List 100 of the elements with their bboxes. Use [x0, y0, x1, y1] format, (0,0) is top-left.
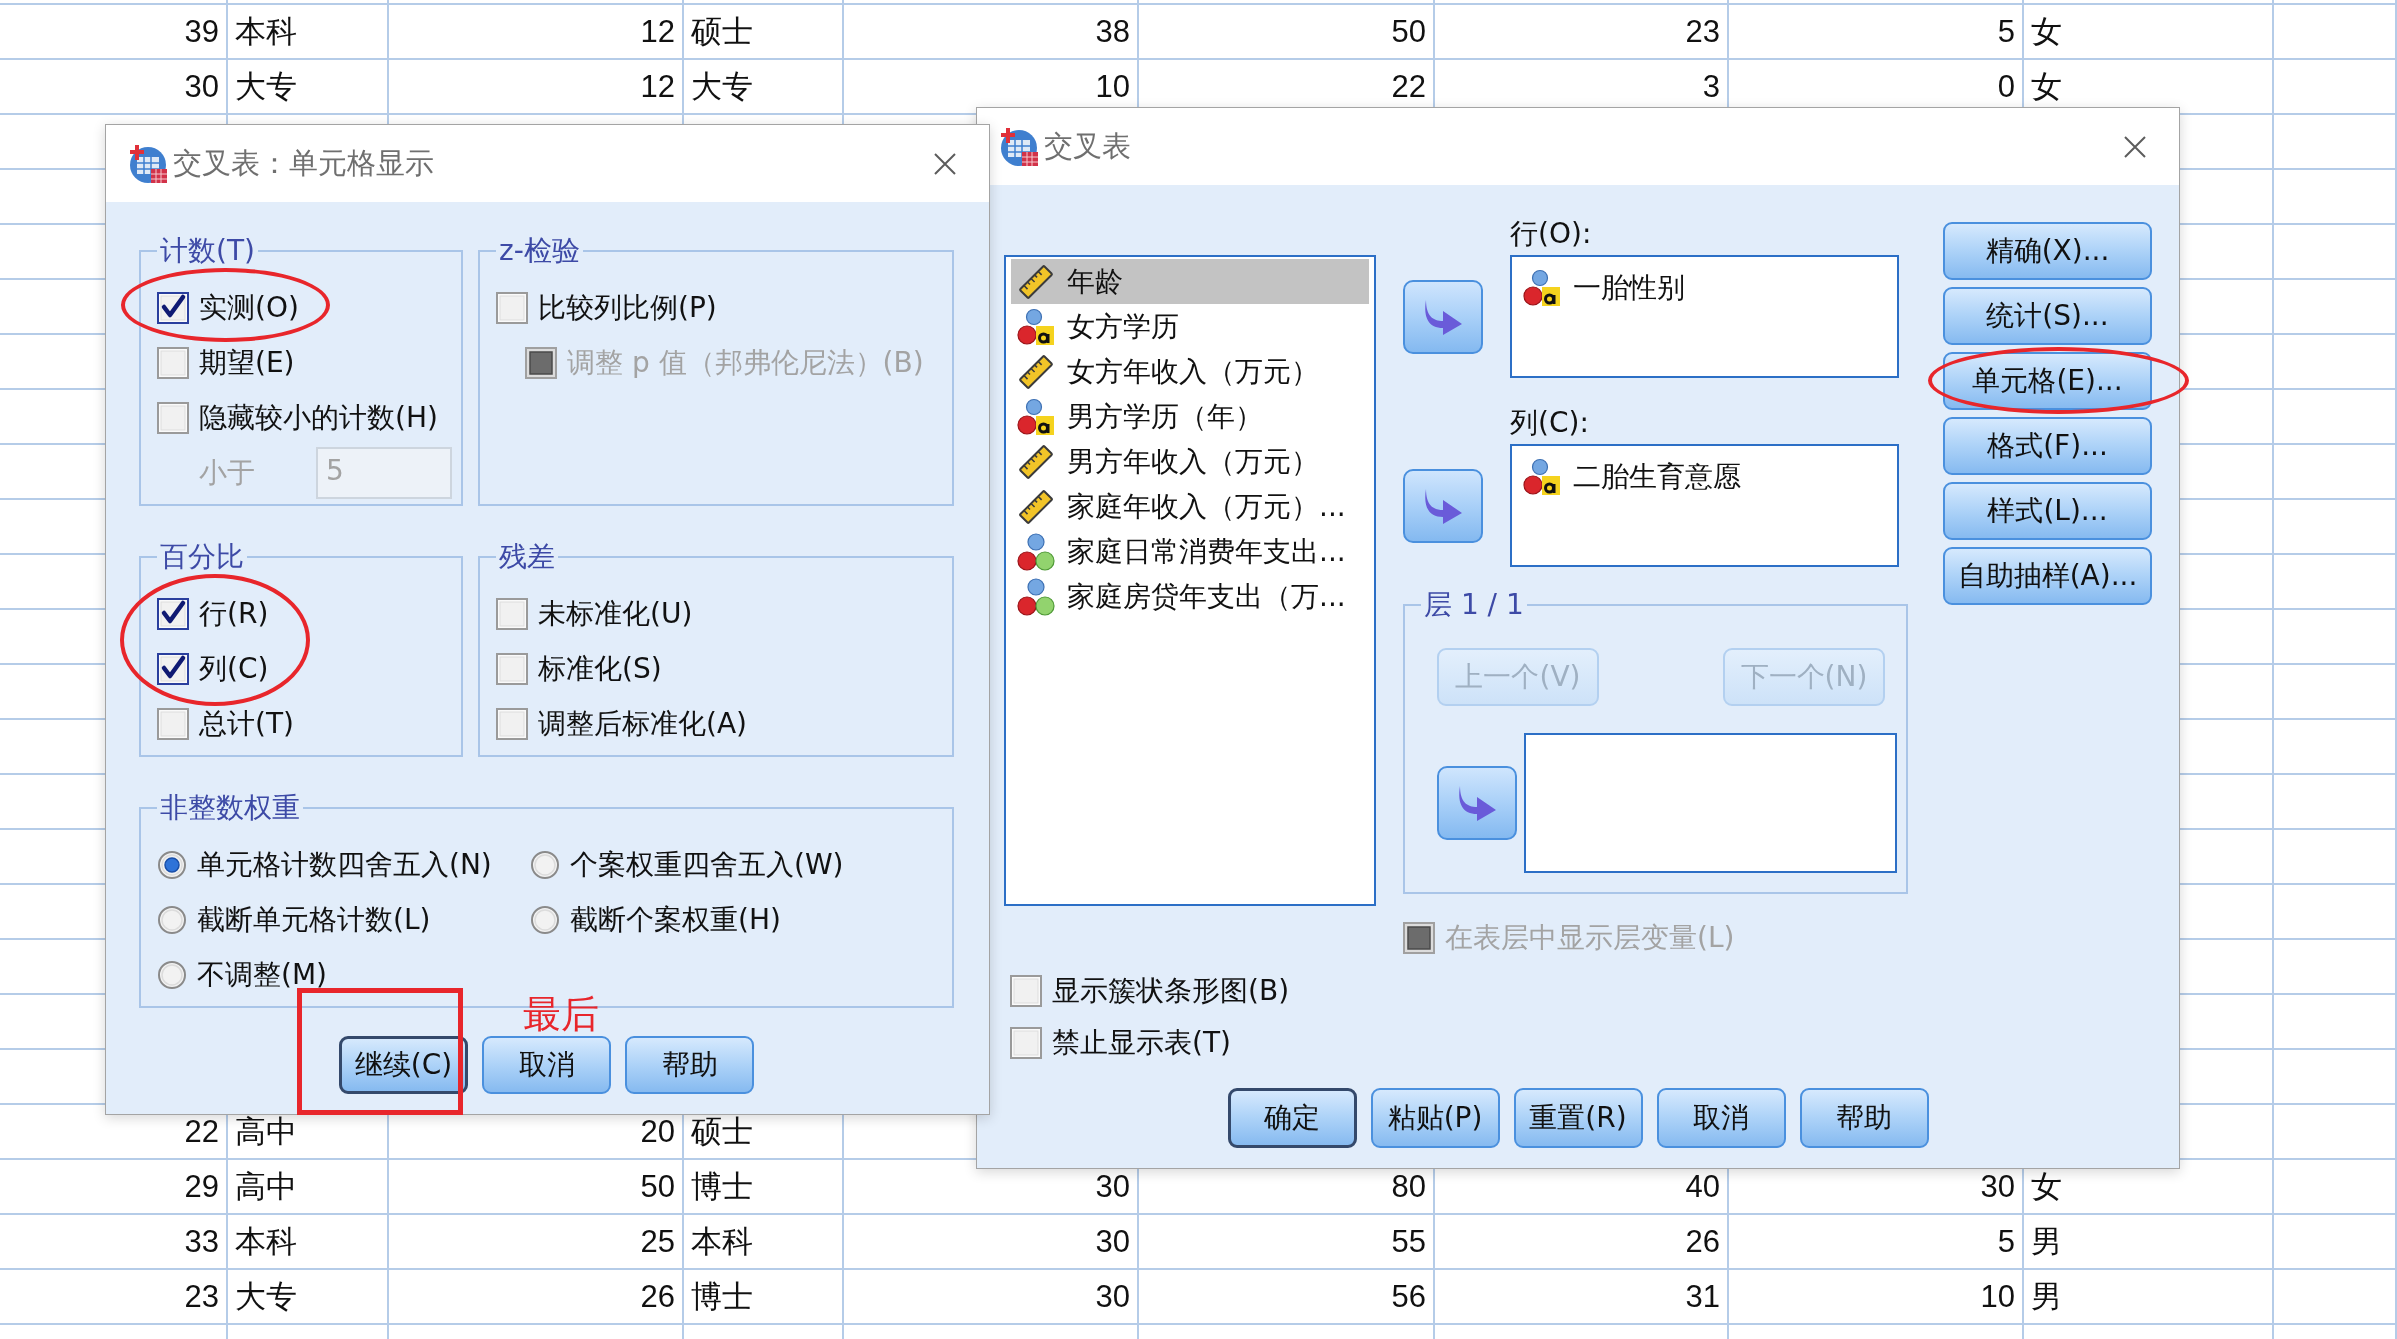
table-cell: 大专	[691, 71, 753, 102]
help-button[interactable]: 帮助	[625, 1036, 754, 1094]
table-cell: 55	[1391, 1226, 1426, 1257]
paste-button[interactable]: 粘贴(P)	[1370, 1088, 1500, 1148]
checkbox[interactable]	[157, 652, 189, 685]
move-button[interactable]	[1403, 468, 1483, 543]
checkbox-label: 调整后标准化(A)	[538, 705, 747, 742]
variable-item[interactable]: 家庭房贷年支出（万...	[1011, 574, 1369, 619]
field-label: 列(C):	[1510, 406, 1590, 440]
table-cell: 12	[640, 71, 675, 102]
continue-button[interactable]: 继续(C)	[339, 1036, 468, 1094]
row-variable-list[interactable]: 一胎性别	[1510, 255, 1899, 378]
three-balls-icon	[1017, 532, 1055, 571]
checkbox[interactable]	[1010, 975, 1042, 1007]
group-title: 残差	[498, 540, 556, 574]
checkbox-label: 禁止显示表(T)	[1052, 1025, 1231, 1061]
checkbox[interactable]	[157, 707, 189, 740]
checkbox[interactable]	[496, 597, 528, 630]
checkbox[interactable]	[496, 707, 528, 740]
checkbox-label: 总计(T)	[199, 705, 294, 742]
checkbox[interactable]	[157, 291, 189, 324]
variable-item[interactable]: 家庭日常消费年支出...	[1011, 529, 1369, 574]
statistics-button[interactable]: 统计(S)...	[1943, 287, 2152, 345]
checkbox-label: 列(C)	[199, 650, 269, 687]
variable-item[interactable]: 二胎生育意愿	[1517, 454, 1892, 499]
variable-item[interactable]: 女方学历	[1011, 304, 1369, 349]
table-cell: 大专	[235, 1281, 297, 1312]
radio-button[interactable]	[530, 849, 560, 880]
checkbox-label: 标准化(S)	[538, 650, 662, 687]
table-cell: 硕士	[691, 1116, 753, 1147]
table-cell: 22	[184, 1116, 219, 1147]
checkbox[interactable]	[157, 401, 189, 434]
exact-button[interactable]: 精确(X)...	[1943, 222, 2152, 280]
balls-tile-icon	[1017, 397, 1055, 436]
format-button[interactable]: 格式(F)...	[1943, 417, 2152, 475]
field-label: 小于	[199, 454, 256, 491]
radio-label: 不调整(M)	[197, 956, 327, 993]
table-cell: 女	[2031, 71, 2062, 102]
variable-item[interactable]: 男方年收入（万元）	[1011, 439, 1369, 484]
cells-button[interactable]: 单元格(E)...	[1943, 352, 2152, 410]
field-label: 行(O):	[1510, 217, 1593, 251]
table-cell: 硕士	[691, 16, 753, 47]
ok-button[interactable]: 确定	[1227, 1088, 1357, 1148]
variable-item[interactable]: 女方年收入（万元）	[1011, 349, 1369, 394]
table-cell: 25	[640, 1226, 675, 1257]
table-cell: 博士	[691, 1171, 753, 1202]
checkbox[interactable]	[496, 291, 528, 324]
checkbox-label: 隐藏较小的计数(H)	[199, 399, 438, 436]
table-cell: 22	[1391, 71, 1426, 102]
table-cell: 高中	[235, 1171, 297, 1202]
table-cell: 39	[184, 16, 219, 47]
cancel-button[interactable]: 取消	[1656, 1088, 1786, 1148]
radio-label: 单元格计数四舍五入(N)	[197, 846, 492, 883]
close-icon[interactable]	[934, 152, 956, 175]
variable-item[interactable]: 年龄	[1011, 259, 1369, 304]
variable-item[interactable]: 男方学历（年）	[1011, 394, 1369, 439]
table-cell: 10	[1095, 71, 1130, 102]
table-cell: 本科	[691, 1226, 753, 1257]
variable-item[interactable]: 家庭年收入（万元）...	[1011, 484, 1369, 529]
bootstrap-button[interactable]: 自助抽样(A)...	[1943, 547, 2152, 605]
layer-variable-list[interactable]	[1524, 733, 1897, 873]
checkbox-label: 显示簇状条形图(B)	[1052, 973, 1290, 1009]
radio-button[interactable]	[530, 904, 560, 935]
radio-button[interactable]	[157, 904, 187, 935]
radio-button[interactable]	[157, 849, 187, 880]
group-title: 计数(T)	[159, 234, 256, 268]
table-cell: 5	[1997, 16, 2015, 47]
table-cell: 大专	[235, 71, 297, 102]
checkbox-label: 未标准化(U)	[538, 595, 693, 632]
table-cell: 10	[1980, 1281, 2015, 1312]
variable-list[interactable]: 年龄 女方学历 女方年收入（万元） 男方学历（年） 男方年收入（万元） 家庭年收入（万元）... 家庭日常消费年支出... 家庭房贷年支出（万...	[1004, 255, 1376, 906]
table-cell: 本科	[235, 1226, 297, 1257]
checkbox[interactable]	[496, 652, 528, 685]
style-button[interactable]: 样式(L)...	[1943, 482, 2152, 540]
column-variable-list[interactable]: 二胎生育意愿	[1510, 444, 1899, 567]
radio-button[interactable]	[157, 959, 187, 990]
close-icon[interactable]	[2124, 135, 2146, 158]
move-button[interactable]	[1437, 766, 1517, 840]
help-button[interactable]: 帮助	[1799, 1088, 1929, 1148]
table-cell: 56	[1391, 1281, 1426, 1312]
reset-button[interactable]: 重置(R)	[1513, 1088, 1643, 1148]
checkbox[interactable]	[1010, 1027, 1042, 1059]
checkbox[interactable]	[157, 597, 189, 630]
checkbox[interactable]	[157, 346, 189, 379]
cancel-button[interactable]: 取消	[482, 1036, 611, 1094]
table-cell: 50	[1391, 16, 1426, 47]
table-cell: 女	[2031, 16, 2062, 47]
checkbox-label: 行(R)	[199, 595, 269, 632]
table-cell: 31	[1685, 1281, 1720, 1312]
radio-label: 截断个案权重(H)	[570, 901, 781, 938]
balls-tile-icon	[1523, 457, 1561, 496]
window-title: 交叉表	[1044, 127, 1132, 165]
checkbox-label: 调整 p 值（邦弗伦尼法）(B)	[567, 344, 924, 381]
move-button[interactable]	[1403, 279, 1483, 354]
table-cell: 30	[1095, 1226, 1130, 1257]
balls-tile-icon	[1017, 307, 1055, 346]
table-cell: 29	[184, 1171, 219, 1202]
variable-item[interactable]: 一胎性别	[1517, 265, 1892, 310]
table-cell: 女	[2031, 1171, 2062, 1202]
checkbox-label: 实测(O)	[199, 289, 299, 326]
